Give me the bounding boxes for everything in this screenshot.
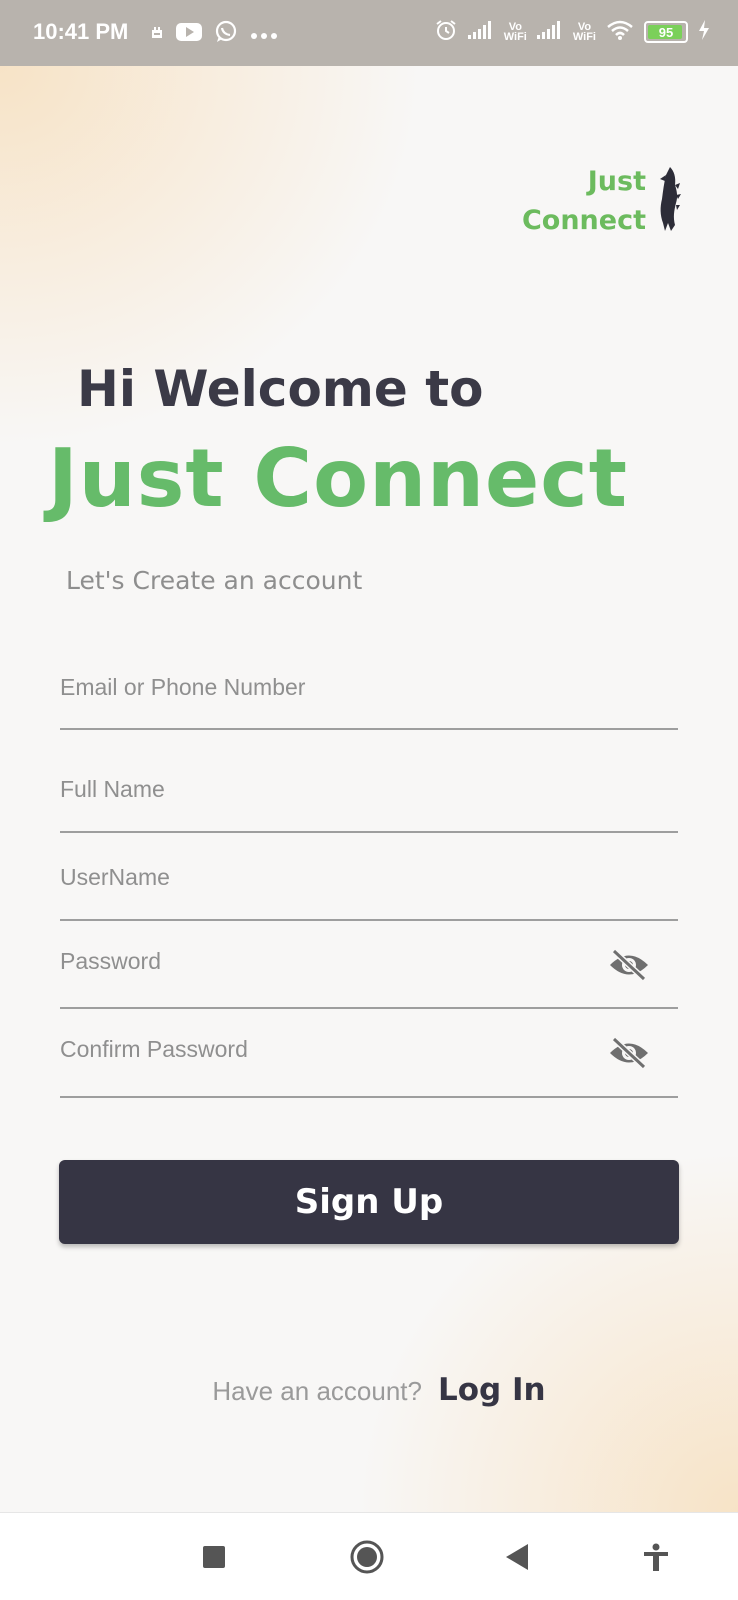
charging-icon xyxy=(698,20,710,44)
signal-icon xyxy=(536,21,563,43)
eye-off-icon[interactable] xyxy=(608,1036,650,1070)
login-prompt: Have an account? Log In xyxy=(0,1372,738,1408)
signup-button[interactable]: Sign Up xyxy=(59,1160,679,1244)
system-nav-bar xyxy=(0,1512,738,1600)
recents-icon[interactable] xyxy=(194,1537,234,1577)
wifi-icon xyxy=(606,19,634,45)
confirm-password-field[interactable] xyxy=(60,1036,600,1063)
status-bar: 10:41 PM Vo WiFi Vo WiFi 95 xyxy=(0,0,738,66)
signal-icon xyxy=(467,21,494,43)
fullname-field[interactable] xyxy=(60,776,600,803)
app-logo: Just Connect xyxy=(522,162,682,240)
signup-screen: Just Connect Hi Welcome to Just Connect … xyxy=(0,66,738,1512)
battery-level: 95 xyxy=(658,24,674,40)
sim2-label: Vo WiFi xyxy=(572,22,596,43)
dinosaur-icon xyxy=(656,165,682,237)
more-icon xyxy=(250,25,278,44)
back-icon[interactable] xyxy=(498,1537,538,1577)
status-time: 10:41 PM xyxy=(33,19,129,44)
email-field[interactable] xyxy=(60,674,600,701)
subtitle: Let's Create an account xyxy=(66,566,363,595)
have-account-text: Have an account? xyxy=(212,1376,422,1406)
logo-line-1: Just xyxy=(587,166,646,197)
username-field[interactable] xyxy=(60,864,600,891)
youtube-icon xyxy=(176,22,202,46)
notification-icon xyxy=(150,25,164,44)
sim1-label-bottom: WiFi xyxy=(503,31,527,43)
welcome-heading: Hi Welcome to xyxy=(77,360,484,418)
email-field-container xyxy=(60,666,678,730)
status-right-icons: Vo WiFi Vo WiFi 95 xyxy=(434,18,710,46)
eye-off-icon[interactable] xyxy=(608,948,650,982)
fullname-field-container xyxy=(60,770,678,833)
whatsapp-icon xyxy=(214,20,238,48)
password-field-container xyxy=(60,942,678,1009)
battery-icon: 95 xyxy=(644,21,688,43)
logo-line-2: Connect xyxy=(521,205,646,236)
logo-text: Just Connect xyxy=(522,162,646,240)
home-icon[interactable] xyxy=(347,1537,387,1577)
status-left-icons xyxy=(150,20,278,48)
app-name-heading: Just Connect xyxy=(48,432,628,525)
login-link[interactable]: Log In xyxy=(438,1372,546,1408)
sim1-label: Vo WiFi xyxy=(503,22,527,43)
accessibility-icon[interactable] xyxy=(636,1537,676,1577)
username-field-container xyxy=(60,858,678,921)
confirm-password-field-container xyxy=(60,1030,678,1098)
sim2-label-bottom: WiFi xyxy=(572,31,596,43)
password-field[interactable] xyxy=(60,948,600,975)
alarm-icon xyxy=(434,18,458,46)
